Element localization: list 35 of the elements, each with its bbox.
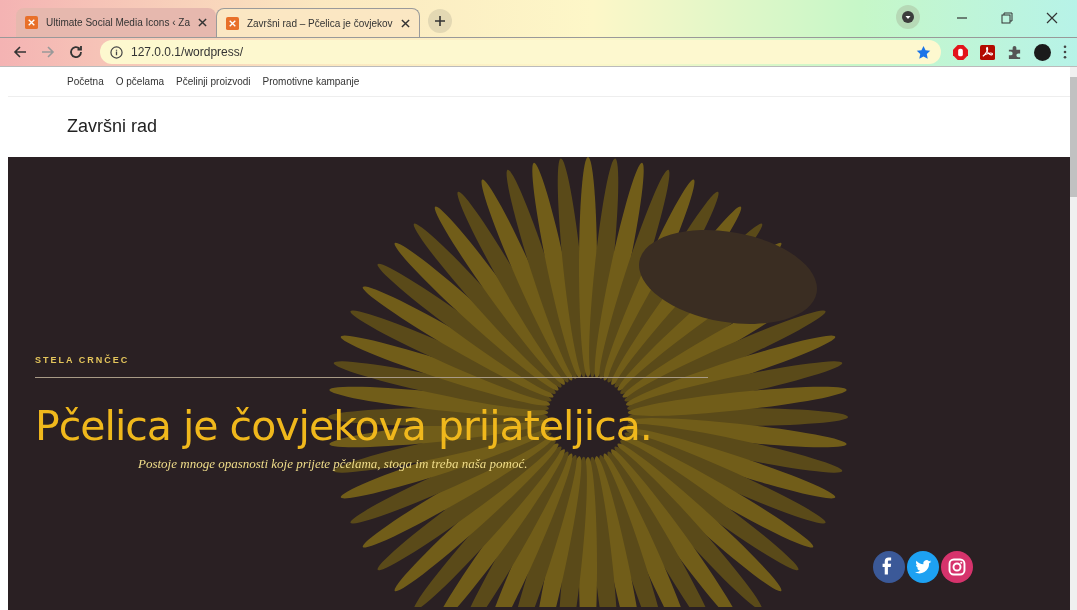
reload-icon[interactable] xyxy=(68,44,84,60)
browser-tab[interactable]: Ultimate Social Media Icons ‹ Za xyxy=(16,8,216,37)
nav-link[interactable]: Promotivne kampanje xyxy=(262,76,360,87)
favicon-icon xyxy=(25,16,38,29)
star-icon[interactable] xyxy=(916,44,931,60)
info-icon[interactable] xyxy=(110,45,123,59)
nav-link[interactable]: O pčelama xyxy=(115,76,165,87)
address-bar[interactable]: 127.0.0.1/wordpress/ xyxy=(100,40,941,64)
nav-link[interactable]: Početna xyxy=(67,76,104,87)
camera-icon[interactable] xyxy=(941,551,973,583)
hero-heading: Pčelica je čovjekova prijateljica. xyxy=(35,402,653,450)
profile-avatar[interactable] xyxy=(1034,43,1051,61)
author-name: STELA CRNČEC xyxy=(35,355,131,365)
nav-link[interactable]: Pčelinji proizvodi xyxy=(176,76,251,87)
hero-subtitle: Postoje mnoge opasnosti koje prijete pčelama, stoga im treba naša pomoć. xyxy=(138,456,529,472)
browser-tab[interactable]: Završni rad – Pčelica je čovjekov xyxy=(215,8,420,37)
close-icon[interactable] xyxy=(197,18,207,27)
tab-search-button[interactable] xyxy=(896,5,920,29)
puzzle-icon[interactable] xyxy=(1007,44,1022,60)
scrollbar-thumb[interactable] xyxy=(1070,77,1077,197)
back-icon[interactable] xyxy=(12,44,28,60)
site-title[interactable]: Završni rad xyxy=(8,97,1070,157)
plus-icon xyxy=(433,15,446,27)
restore-icon[interactable] xyxy=(1001,12,1013,24)
new-tab-button[interactable] xyxy=(427,9,452,33)
favicon-icon xyxy=(225,16,239,30)
facebook-icon[interactable] xyxy=(873,551,905,583)
url-text: 127.0.0.1/wordpress/ xyxy=(131,45,244,59)
bird-icon[interactable] xyxy=(907,551,939,583)
menu-icon[interactable] xyxy=(1063,45,1067,59)
stop-hand-icon[interactable] xyxy=(953,44,968,60)
close-icon[interactable] xyxy=(1046,12,1058,24)
caret-icon xyxy=(902,11,914,23)
pdf-icon[interactable] xyxy=(980,44,995,60)
close-icon[interactable] xyxy=(400,18,410,28)
